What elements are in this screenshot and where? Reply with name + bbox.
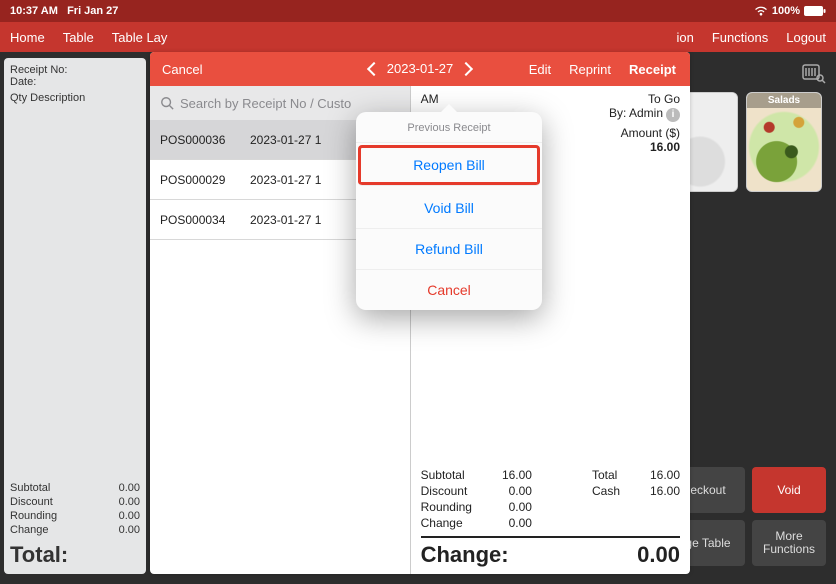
void-bill-item[interactable]: Void Bill: [356, 188, 542, 229]
product-tile-salads[interactable]: Salads: [746, 92, 822, 192]
big-change-label: Change:: [421, 542, 509, 568]
d-total-label: Total: [592, 468, 620, 482]
modal-date[interactable]: 2023-01-27: [387, 61, 454, 76]
detail-time: AM: [421, 92, 439, 106]
battery-icon: [804, 6, 826, 16]
l-change: 0.00: [119, 524, 140, 536]
info-icon[interactable]: i: [666, 108, 680, 122]
receipt-no: POS000029: [160, 173, 250, 187]
tile-label: Salads: [747, 93, 821, 108]
tab-receipt[interactable]: Receipt: [629, 62, 676, 77]
left-receipt-panel: Receipt No: Date: Qty Description Subtot…: [4, 58, 146, 574]
l-subtotal-label: Subtotal: [10, 482, 50, 494]
l-subtotal: 0.00: [119, 482, 140, 494]
status-time: 10:37 AM: [10, 5, 58, 17]
detail-mode: To Go: [609, 92, 680, 106]
d-change: 0.00: [482, 516, 532, 530]
status-date: Fri Jan 27: [67, 5, 118, 17]
popover-title: Previous Receipt: [356, 112, 542, 143]
d-total: 16.00: [630, 468, 680, 482]
d-change-label: Change: [421, 516, 472, 530]
popover-cancel-item[interactable]: Cancel: [356, 270, 542, 310]
tab-reprint[interactable]: Reprint: [569, 62, 611, 77]
amount-label: Amount ($): [621, 126, 680, 140]
d-cash: 16.00: [630, 484, 680, 498]
d-rounding: 0.00: [482, 500, 532, 514]
l-rounding: 0.00: [119, 510, 140, 522]
l-total-label: Total:: [10, 542, 140, 568]
l-change-label: Change: [10, 524, 49, 536]
date-label: Date:: [10, 76, 140, 88]
columns-header: Qty Description: [10, 92, 140, 104]
void-button[interactable]: Void: [752, 467, 826, 513]
date-next-icon[interactable]: [459, 62, 473, 76]
modal-cancel[interactable]: Cancel: [162, 62, 202, 77]
d-cash-label: Cash: [592, 484, 620, 498]
menu-home[interactable]: Home: [10, 30, 45, 45]
status-bar: 10:37 AM Fri Jan 27 100%: [0, 0, 836, 22]
menu-bar: Home Table Table Lay ion Functions Logou…: [0, 22, 836, 52]
wifi-icon: [754, 6, 768, 16]
date-prev-icon[interactable]: [367, 62, 381, 76]
receipt-no-label: Receipt No:: [10, 64, 140, 76]
l-discount-label: Discount: [10, 496, 53, 508]
d-discount: 0.00: [482, 484, 532, 498]
big-change-value: 0.00: [637, 542, 680, 568]
menu-logout[interactable]: Logout: [786, 30, 826, 45]
l-discount: 0.00: [119, 496, 140, 508]
l-rounding-label: Rounding: [10, 510, 57, 522]
receipt-no: POS000036: [160, 133, 250, 147]
d-rounding-label: Rounding: [421, 500, 472, 514]
refund-bill-item[interactable]: Refund Bill: [356, 229, 542, 270]
menu-table[interactable]: Table: [63, 30, 94, 45]
menu-layout[interactable]: Table Lay: [112, 30, 168, 45]
reopen-bill-item[interactable]: Reopen Bill: [358, 145, 540, 186]
search-icon: [160, 96, 174, 110]
d-discount-label: Discount: [421, 484, 472, 498]
d-subtotal: 16.00: [482, 468, 532, 482]
search-placeholder: Search by Receipt No / Custo: [180, 96, 351, 111]
tab-edit[interactable]: Edit: [529, 62, 551, 77]
receipt-no: POS000034: [160, 213, 250, 227]
battery-percent: 100%: [772, 5, 800, 17]
menu-functions[interactable]: Functions: [712, 30, 768, 45]
amount-value: 16.00: [650, 140, 680, 154]
menu-ion-fragment[interactable]: ion: [677, 30, 694, 45]
edit-menu-popover: Previous Receipt Reopen Bill Void Bill R…: [356, 112, 542, 310]
more-functions-button[interactable]: More Functions: [752, 520, 826, 566]
detail-by: By: Admin: [609, 106, 663, 120]
d-subtotal-label: Subtotal: [421, 468, 472, 482]
barcode-search-icon[interactable]: [802, 64, 826, 84]
